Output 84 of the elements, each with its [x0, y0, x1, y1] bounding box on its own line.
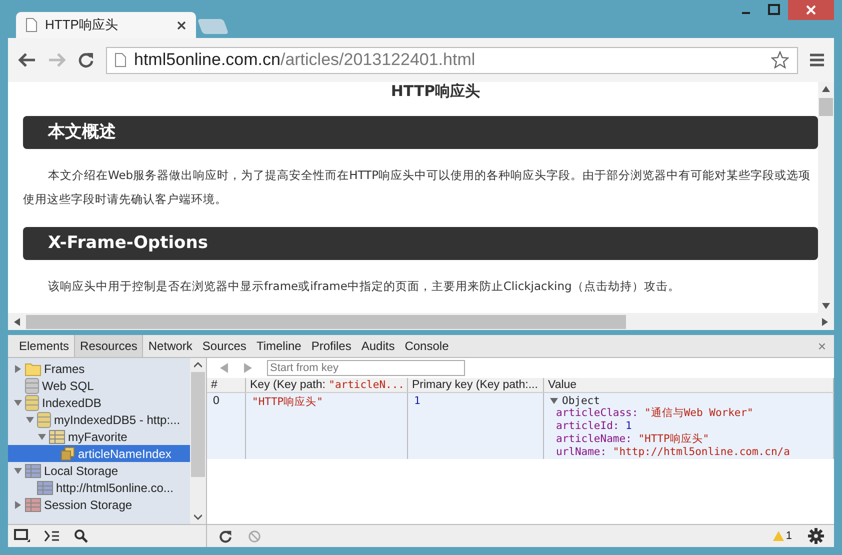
index-icon [61, 446, 75, 460]
scrollbar-thumb[interactable] [819, 98, 833, 116]
expanded-triangle-icon[interactable] [550, 397, 558, 405]
vertical-scrollbar[interactable] [190, 358, 206, 524]
settings-icon[interactable] [808, 528, 824, 544]
column-header[interactable]: Key (Key path: "articleN... [246, 378, 408, 392]
reload-icon[interactable] [78, 52, 94, 68]
section-heading: X-Frame-Options [23, 227, 818, 260]
column-header[interactable]: Value [544, 378, 834, 392]
page-title: HTTP响应头 [390, 82, 482, 100]
table-icon [49, 430, 65, 444]
url-path: /articles/2013122401.html [280, 50, 476, 70]
back-arrow-icon[interactable] [18, 52, 36, 68]
expanded-triangle-icon[interactable] [38, 432, 46, 440]
table-icon [37, 480, 53, 494]
tree-item[interactable]: http://html5online.co... [8, 479, 190, 496]
devtools-tab[interactable]: Sources [197, 335, 252, 357]
tree-item[interactable]: Frames [8, 360, 190, 377]
up-arrow-icon[interactable] [822, 86, 830, 92]
column-header[interactable]: # [207, 378, 246, 392]
paragraph-line: 该响应头中用于控制是否在浏览器中显示frame或iframe中指定的页面，主要用来防止Clickjacking（点击劫持）攻击。 [47, 278, 681, 295]
tree-item[interactable]: IndexedDB [8, 394, 190, 411]
collapsed-triangle-icon[interactable] [14, 500, 22, 508]
tree-item[interactable]: myFavorite [8, 428, 190, 445]
paragraph-line: 本文介绍在Web服务器做出响应时，为了提高安全性而在HTTP响应头中可以使用的各种响应头字段。由于部分浏览器中有可能对某些字段或选项 [47, 167, 812, 184]
table-icon [25, 498, 41, 512]
dock-icon[interactable] [14, 529, 30, 543]
search-icon[interactable] [74, 529, 88, 543]
devtools-tab[interactable]: Console [400, 335, 454, 357]
down-arrow-icon[interactable] [822, 303, 830, 309]
table-cell: "HTTP响应头" [246, 392, 408, 459]
start-key-field[interactable]: Start from key [267, 360, 465, 376]
down-caret-icon[interactable] [194, 514, 202, 520]
devtools-tab[interactable]: Network [143, 335, 198, 357]
collapsed-triangle-icon[interactable] [14, 364, 22, 372]
object-property: articleId: 1 [555, 420, 633, 433]
expanded-triangle-icon[interactable] [14, 466, 22, 474]
devtools-tab[interactable]: Timeline [251, 335, 306, 357]
browser-tab[interactable]: HTTP响应头 [16, 12, 196, 38]
column-header[interactable]: Primary key (Key path:... [408, 378, 544, 392]
tree-item[interactable]: Local Storage [8, 462, 190, 479]
table-cell: 1 [408, 392, 544, 459]
section-heading: 本文概述 [23, 116, 818, 149]
object-property: articleClass: "通信与Web Worker" [555, 407, 754, 420]
scrollbar-thumb[interactable] [191, 372, 205, 477]
folder-icon [25, 362, 41, 376]
horizontal-scrollbar[interactable] [8, 313, 834, 330]
paragraph-line: 使用这些字段时请先确认客户端环境。 [23, 191, 228, 208]
object-property: articleName: "HTTP响应头" [555, 433, 710, 446]
database-icon [25, 378, 39, 394]
up-caret-icon[interactable] [194, 362, 202, 368]
devtools-tab[interactable]: Audits [356, 335, 400, 357]
tree-item[interactable]: Web SQL [8, 377, 190, 394]
tab-title: HTTP响应头 [45, 16, 119, 34]
page-icon [115, 53, 126, 67]
tree-item[interactable]: Session Storage [8, 496, 190, 513]
table-cell: 0 [207, 392, 246, 459]
url-host: html5online.com.cn [134, 50, 280, 70]
close-window-button[interactable] [788, 0, 834, 20]
database-icon [25, 394, 39, 410]
console-drawer-icon[interactable] [44, 529, 60, 543]
object-property: urlName: "http://html5online.com.cn/a [555, 446, 791, 459]
devtools-tab[interactable]: Profiles [306, 335, 356, 357]
table-icon [25, 464, 41, 478]
warning-count[interactable]: 1 [772, 530, 792, 542]
object-label: Object [562, 395, 600, 407]
star-icon[interactable] [771, 51, 789, 69]
database-icon [37, 412, 51, 428]
menu-icon[interactable] [810, 53, 824, 67]
expanded-triangle-icon[interactable] [14, 398, 22, 406]
tree-item[interactable]: myIndexedDB5 - http:... [8, 411, 190, 428]
scrollbar-thumb[interactable] [26, 314, 626, 328]
right-arrow-icon[interactable] [822, 318, 828, 326]
address-bar[interactable]: html5online.com.cn/articles/2013122401.html [106, 46, 798, 74]
close-icon[interactable] [177, 20, 186, 30]
expanded-triangle-icon[interactable] [26, 416, 34, 424]
warning-icon [772, 531, 784, 541]
devtools-tab[interactable]: Elements [14, 335, 74, 357]
tree-item[interactable]: articleNameIndex [8, 445, 190, 462]
left-arrow-icon[interactable] [14, 318, 20, 326]
refresh-icon[interactable] [219, 530, 232, 542]
devtools-tab[interactable]: Resources [74, 335, 144, 357]
page-icon [26, 18, 37, 32]
close-devtools-button[interactable]: × [818, 338, 826, 354]
